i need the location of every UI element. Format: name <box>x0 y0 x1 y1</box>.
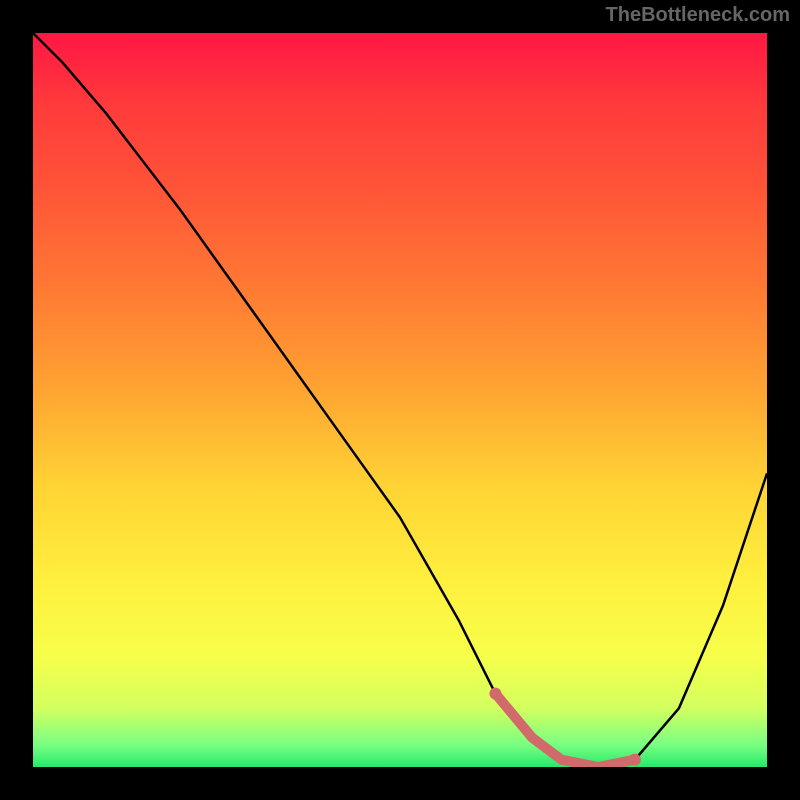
chart-svg <box>33 33 767 767</box>
highlight-end-dot <box>629 754 641 766</box>
curve-line <box>33 33 767 767</box>
highlight-start-dot <box>489 688 501 700</box>
highlight-segment <box>495 694 635 767</box>
watermark-text: TheBottleneck.com <box>606 4 790 27</box>
chart-plot-area <box>33 33 767 767</box>
